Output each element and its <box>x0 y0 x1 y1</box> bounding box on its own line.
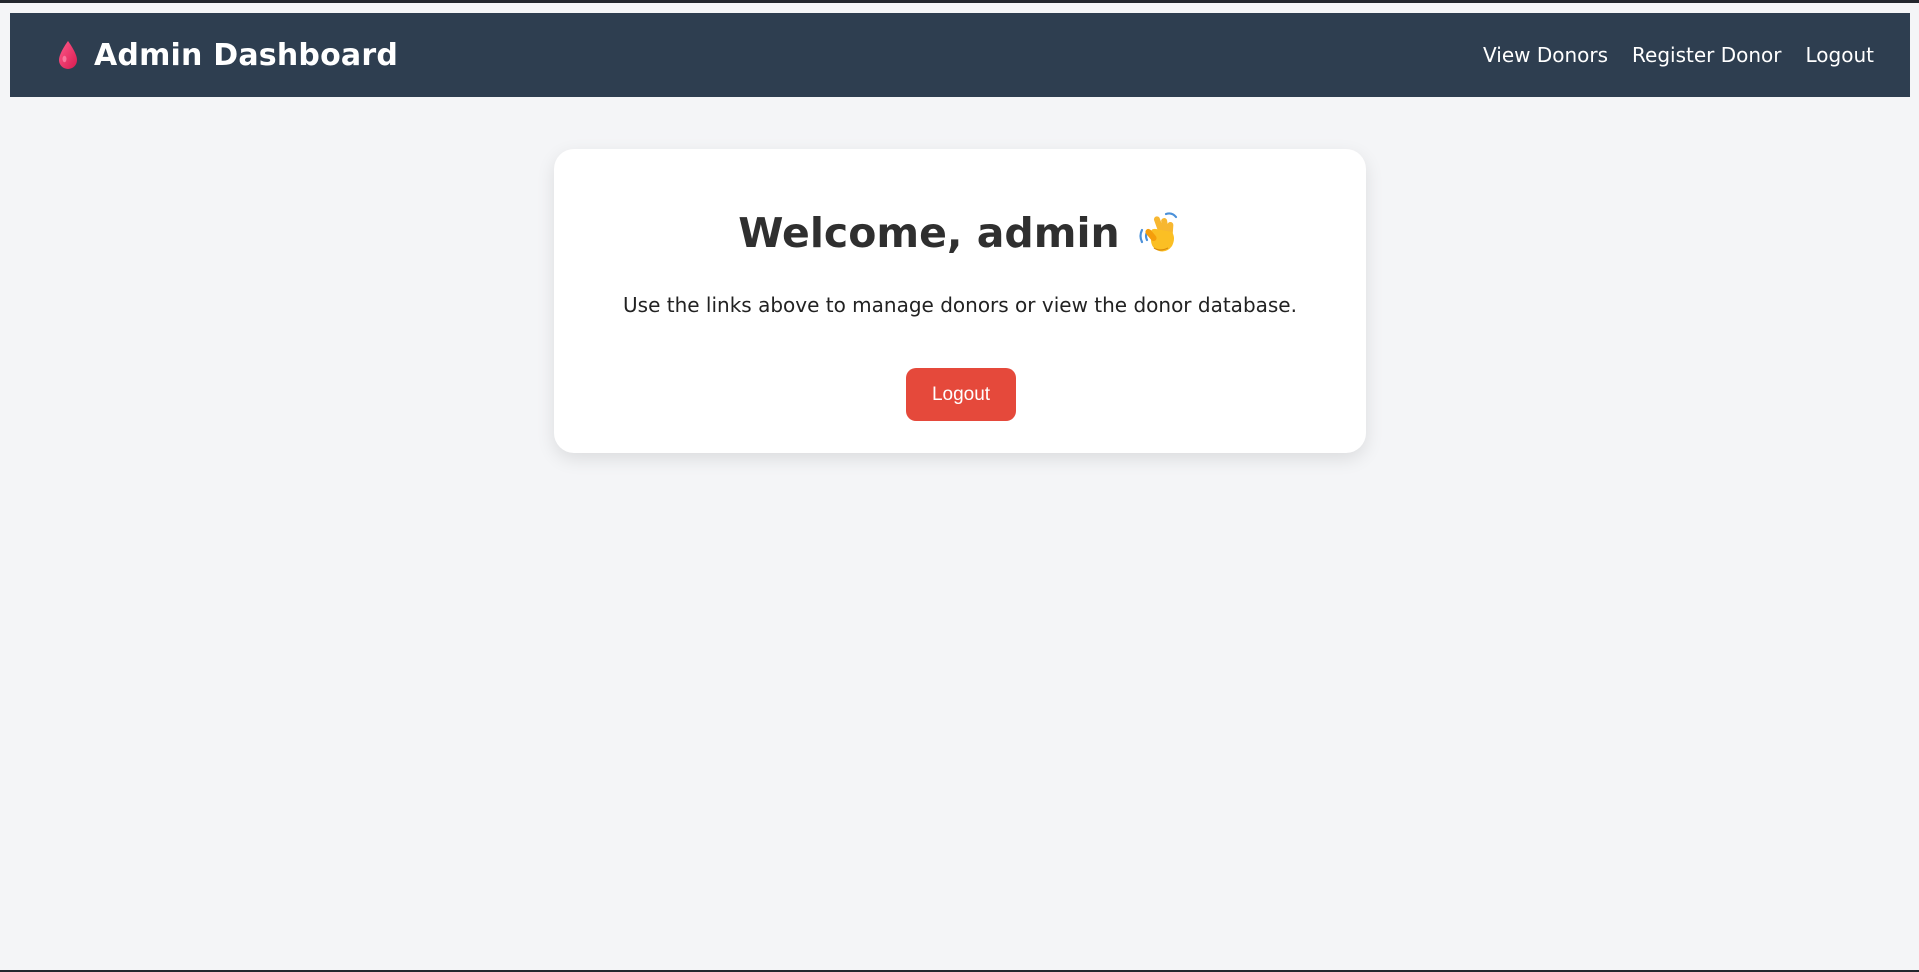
welcome-heading: Welcome, admin <box>738 209 1120 257</box>
nav-register-donor-link[interactable]: Register Donor <box>1632 43 1781 67</box>
welcome-subtitle: Use the links above to manage donors or … <box>623 293 1297 317</box>
nav-logout-link[interactable]: Logout <box>1806 43 1874 67</box>
nav-links: View Donors Register Donor Logout <box>1483 43 1874 67</box>
waving-hand-icon <box>1136 210 1182 256</box>
blood-drop-icon <box>56 39 80 71</box>
logout-button[interactable]: Logout <box>906 368 1016 421</box>
page-title: Admin Dashboard <box>94 37 398 73</box>
brand: Admin Dashboard <box>56 38 398 73</box>
page: Admin Dashboard View Donors Register Don… <box>0 0 1919 972</box>
top-navbar: Admin Dashboard View Donors Register Don… <box>10 13 1910 97</box>
welcome-card: Welcome, admin Use the links above to ma… <box>554 149 1366 453</box>
nav-view-donors-link[interactable]: View Donors <box>1483 43 1608 67</box>
welcome-heading-row: Welcome, admin <box>554 209 1366 257</box>
